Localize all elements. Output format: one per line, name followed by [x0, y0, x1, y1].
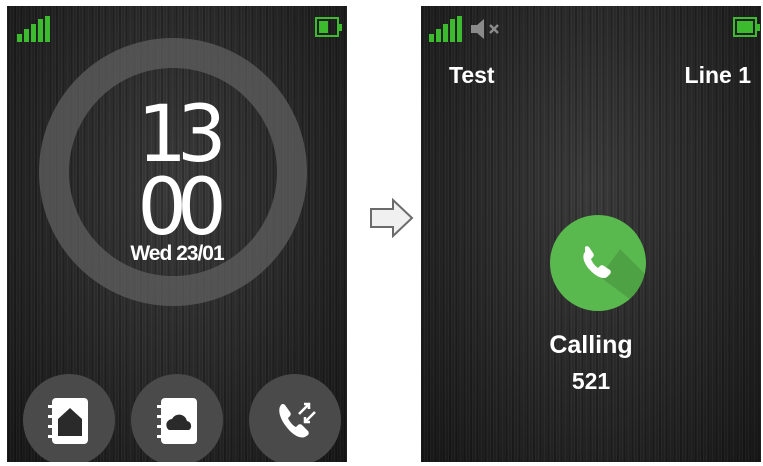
phone-handset-icon — [583, 246, 646, 311]
clock-minutes: 00 — [137, 163, 226, 253]
battery-icon — [733, 17, 760, 37]
local-phonebook-button[interactable] — [23, 374, 115, 462]
date-label: Wed 23/01 — [130, 242, 224, 265]
calling-screen: Test Line 1 Calling 521 — [421, 6, 761, 462]
signal-strength-icon — [429, 16, 469, 42]
call-status-label: Calling — [549, 331, 633, 359]
cloud-phonebook-button[interactable] — [131, 374, 223, 462]
call-number-label: 521 — [571, 368, 611, 394]
line-label: Line 1 — [684, 62, 751, 88]
cloud-contacts-icon — [157, 398, 197, 444]
phone-call-log-icon — [279, 402, 316, 438]
idle-screen: 13 00 Wed 23/01 — [7, 6, 347, 462]
call-log-button[interactable] — [249, 374, 341, 462]
call-button[interactable] — [550, 215, 646, 311]
account-label: Test — [449, 62, 495, 88]
right-arrow-icon — [370, 198, 414, 238]
battery-icon — [315, 17, 342, 37]
house-contacts-icon — [48, 398, 88, 444]
speaker-muted-icon — [471, 19, 499, 39]
signal-strength-icon — [17, 16, 57, 42]
